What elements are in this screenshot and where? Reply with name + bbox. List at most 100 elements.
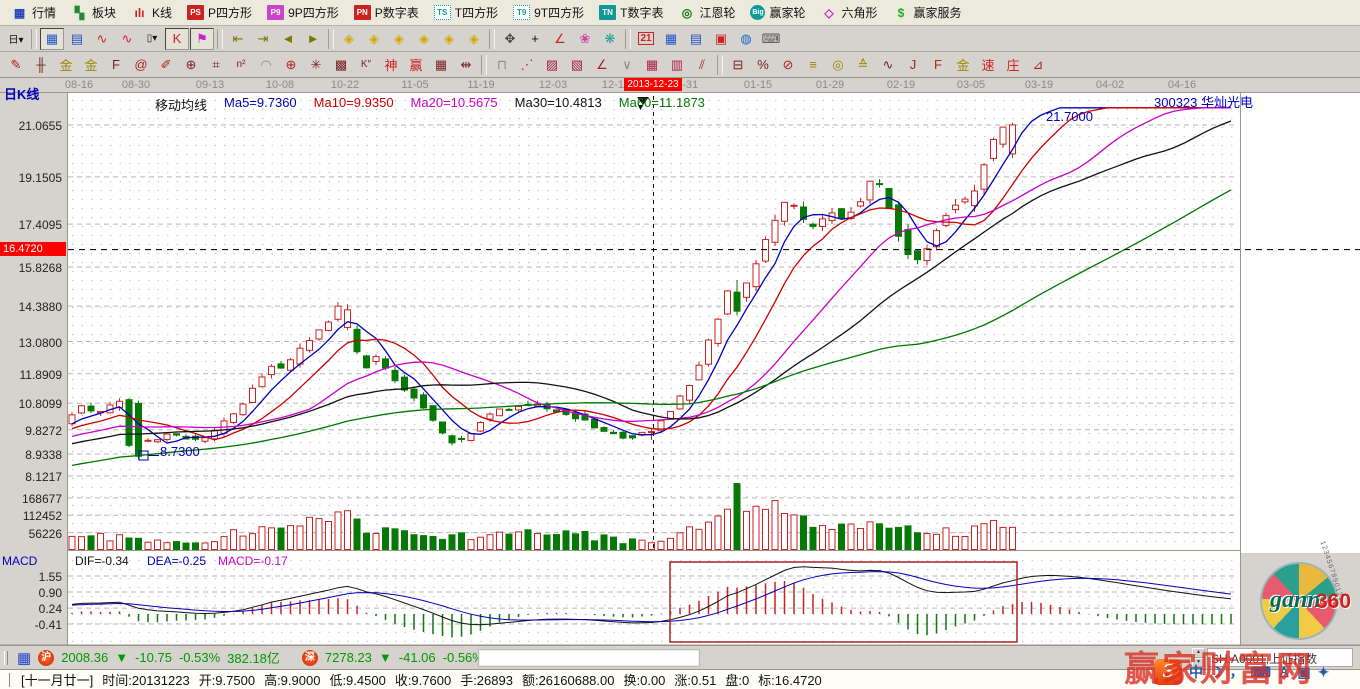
grid-123-button[interactable]: ▦ [429,54,453,76]
percent-lines-button[interactable]: % [751,54,775,76]
indicator-dropdown-icon[interactable]: ▼ [636,102,645,112]
drag-grip[interactable] [6,673,10,687]
wave-rule-button[interactable]: ∿ [876,54,900,76]
quote-table-icon[interactable]: ▦ [17,649,31,667]
sh-index-icon[interactable]: 沪 [38,650,54,666]
ime-softkeyboard-icon[interactable]: ⌨ [1251,664,1271,681]
gann-grid-button[interactable]: ╫ [29,54,53,76]
menu-item-p-number-table[interactable]: PNP数字表 [349,1,427,24]
menu-item-kline[interactable]: ılıK线 [126,1,180,24]
zoom-left-button[interactable]: ◈ [337,28,361,50]
save-disk-button[interactable]: ▣ [709,28,733,50]
parallel-lines-button[interactable]: ⫽ [690,54,714,76]
pencil-button[interactable]: ✎ [4,54,28,76]
delta-lines-button[interactable]: ⊿ [1026,54,1050,76]
menu-item-winner-service[interactable]: $赢家服务 [888,1,970,24]
speed-lines-button[interactable]: 速 [976,54,1000,76]
gold-slash-button[interactable]: 金 [951,54,975,76]
angle-measure-button[interactable]: ∠ [548,28,572,50]
zoom-tall-button[interactable]: ◈ [437,28,461,50]
menu-item-quotes[interactable]: ▦行情 [6,1,64,24]
spiral-button[interactable]: @ [129,54,153,76]
rect-tool-button[interactable]: ⊓ [490,54,514,76]
fan-lines-button[interactable]: ⋰ [515,54,539,76]
shade-box-button[interactable]: ▨ [540,54,564,76]
workstation-button[interactable]: ⌨ [759,28,783,50]
grid-tall-button[interactable]: ▥ [665,54,689,76]
nav-first-button[interactable]: ⇤ [226,28,250,50]
menu-item-winner-wheel[interactable]: Big赢家轮 [745,1,813,24]
gold-circle-button[interactable]: ◎ [826,54,850,76]
gold-ratio-a-button[interactable]: 金 [54,54,78,76]
chart-line-9-button[interactable]: ∿ [115,28,139,50]
ime-clipboard-icon[interactable]: ▣ [1297,664,1310,681]
menu-item-hexagon[interactable]: ◇六角形 [816,1,886,24]
crosshair-button[interactable]: + [523,28,547,50]
square-of-nine-button[interactable]: n² [229,54,253,76]
ying-tool-button[interactable]: 赢 [404,54,428,76]
f-lines-button[interactable]: F [926,54,950,76]
kline-mode-button[interactable]: K [165,28,189,50]
zoom-right-button[interactable]: ◈ [362,28,386,50]
compass-button[interactable]: ⊕ [279,54,303,76]
hatch-box-button[interactable]: ▧ [565,54,589,76]
gold-levels-button[interactable]: ≡ [801,54,825,76]
spider-web-button[interactable]: ✳ [304,54,328,76]
ime-skin-icon[interactable]: ♙ [1278,664,1291,681]
zoom-expand-button[interactable]: ◈ [387,28,411,50]
web-square-button[interactable]: ▩ [329,54,353,76]
globe-copy-button[interactable]: ◍ [734,28,758,50]
nav-last-button[interactable]: ⇥ [251,28,275,50]
ime-fullhalf-icon[interactable]: ☽ [1210,664,1223,681]
macd-header-item: DEA=-0.25 [147,554,206,568]
web-tool-button[interactable]: ❋ [598,28,622,50]
trend-angle-button[interactable]: ∠ [590,54,614,76]
nav-prev-button[interactable]: ◄ [276,28,300,50]
spinner-up-button[interactable]: ▲ [1192,648,1205,658]
menu-item-sectors[interactable]: ▚板块 [66,1,124,24]
period-selector-button[interactable]: 日▾ [4,28,28,50]
menu-item-t-square[interactable]: TST四方形 [429,1,506,24]
color-flag-button[interactable]: ⚑ [190,28,214,50]
marker-pen-button[interactable]: ✐ [154,54,178,76]
zoom-full-button[interactable]: ◈ [462,28,486,50]
quote-page-button[interactable]: ▤ [65,28,89,50]
ime-settings-icon[interactable]: ✦ [1318,664,1330,681]
menu-item-9t-square[interactable]: T99T四方形 [508,1,592,24]
zigzag-button[interactable]: ∨ [615,54,639,76]
chart-line-3-button[interactable]: ∿ [90,28,114,50]
menu-item-p-square[interactable]: PSP四方形 [182,1,260,24]
zoom-compress-button[interactable]: ◈ [412,28,436,50]
ime-lang-icon[interactable]: 中 [1189,662,1203,682]
sz-index-icon[interactable]: 深 [302,650,318,666]
percent-circle-button[interactable]: ⊘ [776,54,800,76]
zhuang-lines-button[interactable]: 庄 [1001,54,1025,76]
candle-style-button[interactable]: ▯▾ [140,28,164,50]
span-measure-button[interactable]: ⇹ [454,54,478,76]
sogou-logo-icon[interactable]: S [1154,659,1182,685]
calculator-button[interactable]: ▦ [659,28,683,50]
shen-tool-button[interactable]: 神 [379,54,403,76]
menu-item-t-number-table[interactable]: TNT数字表 [594,1,671,24]
level-lines-button[interactable]: ⊟ [726,54,750,76]
ime-punct-icon[interactable]: ， [1230,662,1244,682]
time-circle-button[interactable]: ⊕ [179,54,203,76]
petal-tool-button[interactable]: ❀ [573,28,597,50]
drag-grip[interactable] [4,651,8,665]
window-tile-button[interactable]: ▦ [40,28,64,50]
nav-next-button[interactable]: ► [301,28,325,50]
j-lines-button[interactable]: J [901,54,925,76]
menu-item-gann-wheel[interactable]: ◎江恩轮 [673,1,743,24]
menu-item-9p-square[interactable]: P99P四方形 [262,1,347,24]
price-grid-button[interactable]: ⌗ [204,54,228,76]
grid-dense-button[interactable]: ▦ [640,54,664,76]
pan-hand-button[interactable]: ✥ [498,28,522,50]
fibonacci-button[interactable]: F [104,54,128,76]
gold-ratio-b-button[interactable]: 金 [79,54,103,76]
gann360-logo[interactable]: 1234567890123 gann 360 [1258,560,1358,644]
k-angle-button[interactable]: K″ [354,54,378,76]
gold-bands-button[interactable]: ≙ [851,54,875,76]
arc-button[interactable]: ◠ [254,54,278,76]
notepad-button[interactable]: ▤ [684,28,708,50]
calendar-button[interactable]: 21 [634,28,658,50]
